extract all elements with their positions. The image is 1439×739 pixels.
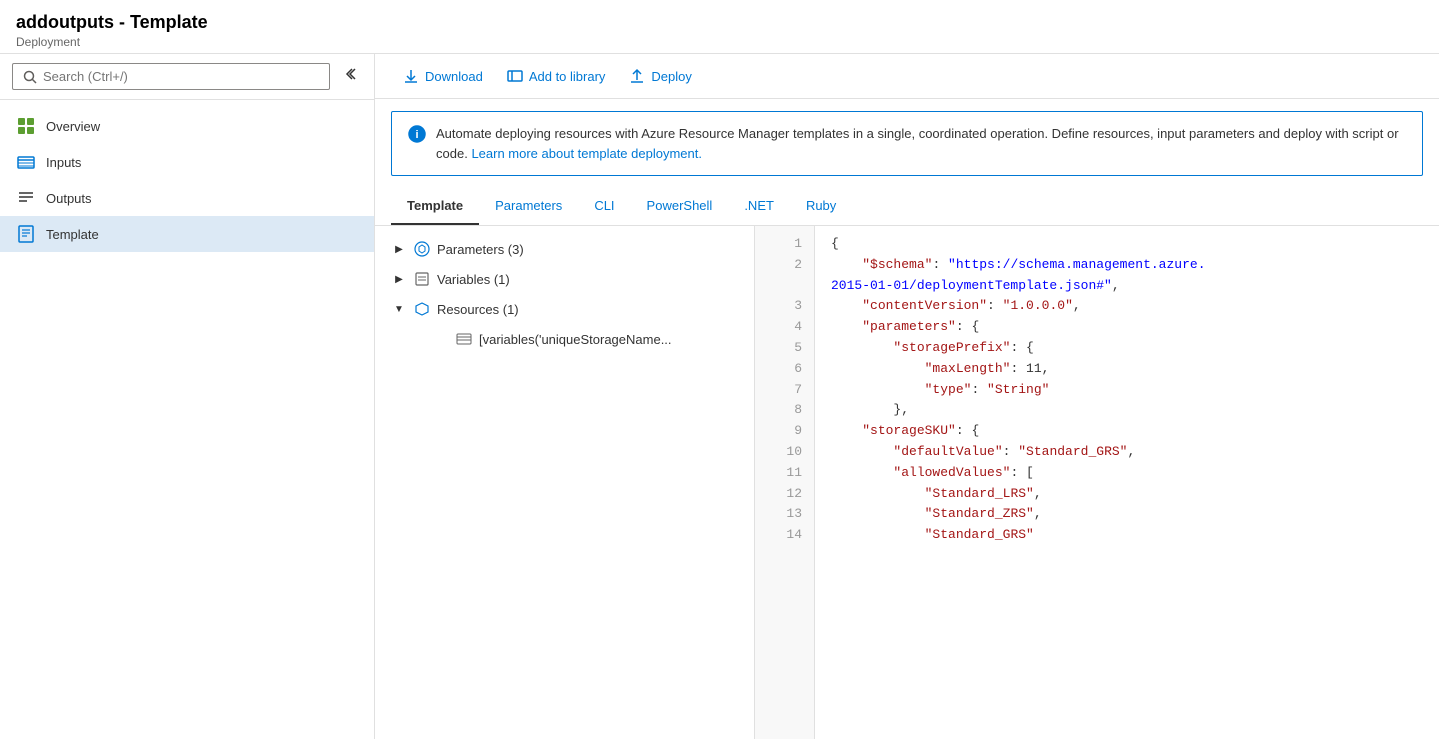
- search-bar: [0, 54, 374, 100]
- line-numbers: 1 2 3 4 5 6 7 8 9 10 11 12 13 14: [755, 226, 815, 739]
- tab-cli[interactable]: CLI: [578, 188, 630, 225]
- tree-item-variables[interactable]: ▶ Variables (1): [375, 264, 754, 294]
- tree-item-storage[interactable]: [variables('uniqueStorageName...: [375, 324, 754, 354]
- info-text: Automate deploying resources with Azure …: [436, 124, 1406, 163]
- sidebar-item-inputs[interactable]: Inputs: [0, 144, 374, 180]
- svg-text:i: i: [415, 129, 418, 141]
- sidebar-item-inputs-label: Inputs: [46, 155, 81, 170]
- tab-ruby[interactable]: Ruby: [790, 188, 852, 225]
- tree-panel: ▶ Parameters (3) ▶ Variables (1) ▼: [375, 226, 755, 739]
- tab-template[interactable]: Template: [391, 188, 479, 225]
- deploy-button[interactable]: Deploy: [617, 62, 703, 90]
- deploy-label: Deploy: [651, 69, 691, 84]
- tree-parameters-label: Parameters (3): [437, 242, 524, 257]
- sidebar-item-overview[interactable]: Overview: [0, 108, 374, 144]
- tree-variables-label: Variables (1): [437, 272, 510, 287]
- outputs-icon: [16, 188, 36, 208]
- tabs: Template Parameters CLI PowerShell .NET …: [375, 188, 1439, 226]
- variables-tree-icon: [413, 270, 431, 288]
- search-box[interactable]: [12, 63, 330, 90]
- sidebar-item-template[interactable]: Template: [0, 216, 374, 252]
- expand-variables-icon[interactable]: ▶: [391, 271, 407, 287]
- template-panel: ▶ Parameters (3) ▶ Variables (1) ▼: [375, 226, 1439, 739]
- main-layout: Overview Inputs Outputs: [0, 54, 1439, 739]
- sidebar-item-outputs-label: Outputs: [46, 191, 92, 206]
- add-to-library-label: Add to library: [529, 69, 606, 84]
- chevron-left-icon: [342, 66, 358, 82]
- inputs-icon: [16, 152, 36, 172]
- template-icon: [16, 224, 36, 244]
- toolbar: Download Add to library Deploy: [375, 54, 1439, 99]
- library-icon: [507, 68, 523, 84]
- resources-tree-icon: [413, 300, 431, 318]
- code-panel: 1 2 3 4 5 6 7 8 9 10 11 12 13 14 { "$: [755, 226, 1439, 739]
- tab-powershell[interactable]: PowerShell: [631, 188, 729, 225]
- storage-tree-icon: [455, 330, 473, 348]
- download-icon: [403, 68, 419, 84]
- parameters-tree-icon: [413, 240, 431, 258]
- expand-resources-icon[interactable]: ▼: [391, 301, 407, 317]
- search-input[interactable]: [43, 69, 319, 84]
- app-header: addoutputs - Template Deployment: [0, 0, 1439, 54]
- sidebar: Overview Inputs Outputs: [0, 54, 375, 739]
- page-subtitle: Deployment: [16, 35, 1423, 49]
- tab-dotnet[interactable]: .NET: [728, 188, 790, 225]
- add-to-library-button[interactable]: Add to library: [495, 62, 618, 90]
- sidebar-item-template-label: Template: [46, 227, 99, 242]
- expand-parameters-icon[interactable]: ▶: [391, 241, 407, 257]
- code-content[interactable]: { "$schema": "https://schema.management.…: [815, 226, 1439, 739]
- search-icon: [23, 70, 37, 84]
- overview-icon: [16, 116, 36, 136]
- sidebar-item-outputs[interactable]: Outputs: [0, 180, 374, 216]
- tab-parameters[interactable]: Parameters: [479, 188, 578, 225]
- content-area: Download Add to library Deploy i Automat…: [375, 54, 1439, 739]
- info-icon: i: [408, 125, 426, 148]
- download-button[interactable]: Download: [391, 62, 495, 90]
- tree-storage-label: [variables('uniqueStorageName...: [479, 332, 672, 347]
- collapse-button[interactable]: [338, 62, 362, 91]
- sidebar-item-overview-label: Overview: [46, 119, 100, 134]
- info-banner: i Automate deploying resources with Azur…: [391, 111, 1423, 176]
- deploy-icon: [629, 68, 645, 84]
- page-title: addoutputs - Template: [16, 12, 1423, 33]
- tree-resources-label: Resources (1): [437, 302, 519, 317]
- nav-items: Overview Inputs Outputs: [0, 100, 374, 260]
- info-link[interactable]: Learn more about template deployment.: [471, 146, 702, 161]
- tree-item-parameters[interactable]: ▶ Parameters (3): [375, 234, 754, 264]
- tree-item-resources[interactable]: ▼ Resources (1): [375, 294, 754, 324]
- download-label: Download: [425, 69, 483, 84]
